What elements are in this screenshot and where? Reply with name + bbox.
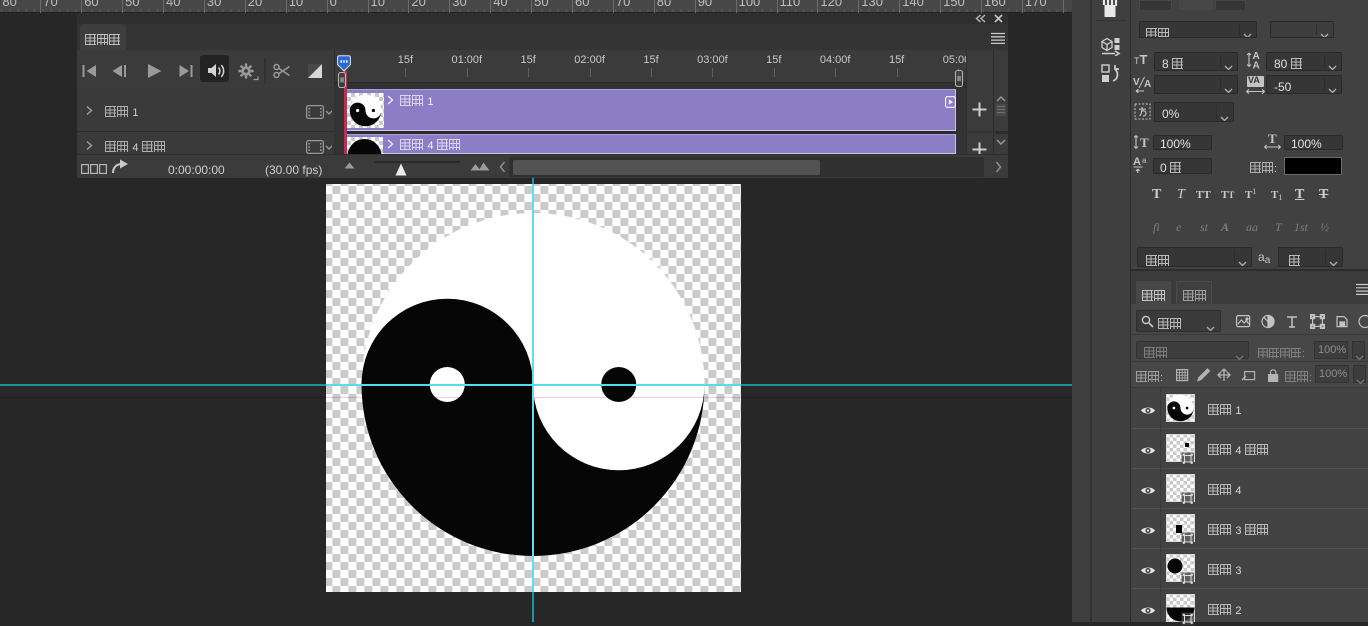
svg-text:a: a bbox=[1142, 156, 1147, 165]
svg-text:T: T bbox=[1140, 135, 1149, 150]
svg-text:A: A bbox=[1133, 156, 1141, 168]
svg-text:A: A bbox=[1253, 61, 1260, 71]
svg-text:T: T bbox=[1268, 133, 1277, 146]
svg-text:A: A bbox=[1144, 79, 1151, 90]
svg-text:V: V bbox=[1133, 77, 1140, 88]
